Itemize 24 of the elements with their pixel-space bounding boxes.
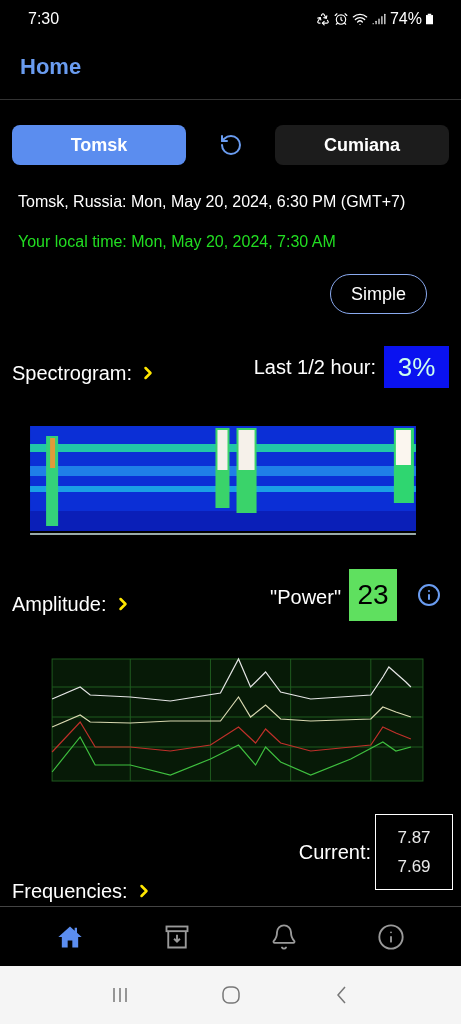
current-value: 7.69 (397, 856, 431, 878)
station-time: Tomsk, Russia: Mon, May 20, 2024, 6:30 PM (GMT+7) (17, 192, 407, 212)
status-time: 7:30 (28, 9, 60, 29)
power-label: "Power" (270, 585, 341, 610)
frequencies-label: Frequencies: (12, 879, 128, 904)
info-icon[interactable] (417, 583, 441, 607)
info-icon (377, 922, 406, 951)
local-time: Your local time: Mon, May 20, 2024, 7:30 AM (17, 232, 337, 252)
city-tab[interactable]: Cumiana (275, 125, 449, 165)
page-title: Home (20, 53, 82, 81)
battery-saver-icon (315, 12, 330, 26)
alarm-icon (333, 12, 348, 26)
amplitude-label: Amplitude: (12, 592, 107, 617)
wifi-icon (351, 11, 368, 27)
battery-percent: 74% (389, 9, 422, 29)
signal-icon (371, 12, 386, 26)
power-value: 23 (349, 569, 397, 621)
refresh-icon[interactable] (218, 133, 243, 157)
last-half-hour-label: Last 1/2 hour: (253, 355, 376, 380)
battery-icon (426, 13, 433, 25)
spectrogram-label: Spectrogram: (12, 361, 133, 386)
last-half-hour-value: 3% (384, 346, 449, 388)
current-label: Current: (298, 840, 371, 865)
current-value: 7.87 (397, 826, 431, 849)
